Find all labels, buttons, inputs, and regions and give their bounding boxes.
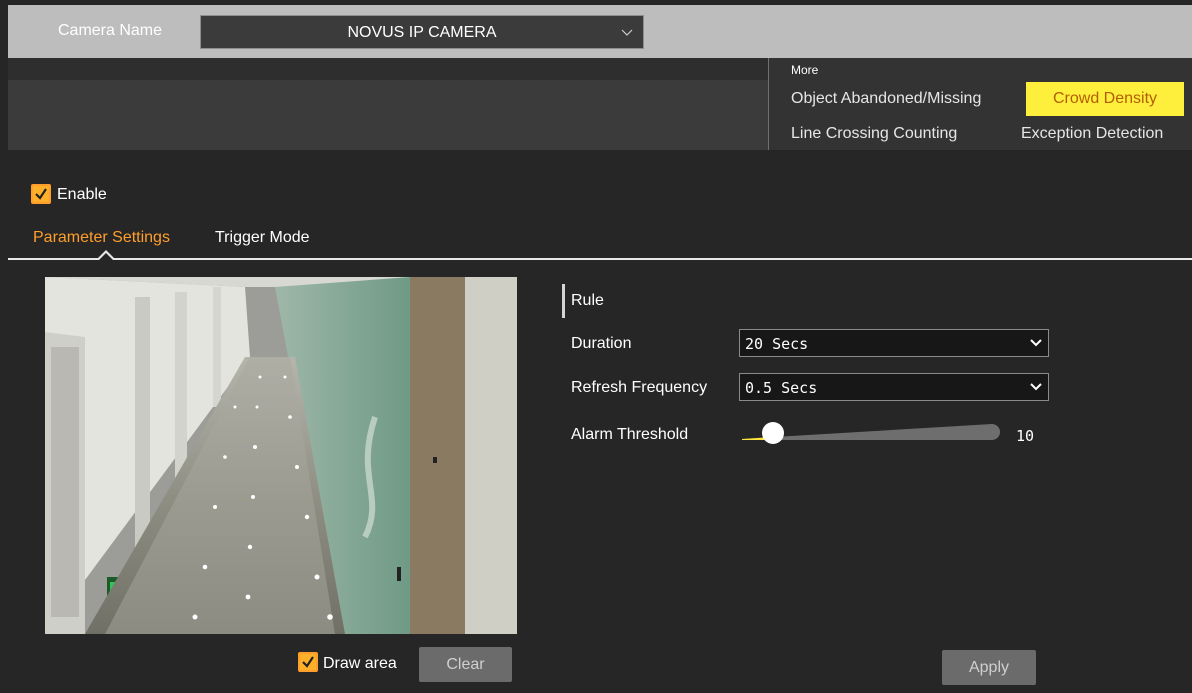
alarm-threshold-value: 10 [1016,427,1035,445]
draw-area-checkbox[interactable] [298,652,318,672]
duration-value: 20 Secs [745,335,809,353]
toolbar-strip [8,58,768,80]
rule-section-marker [562,284,565,318]
tab-trigger-mode[interactable]: Trigger Mode [215,229,310,247]
active-tab-indicator-inner [99,253,113,260]
checkmark-icon [302,656,314,668]
draw-area-label: Draw area [323,655,397,672]
slider-thumb[interactable] [762,422,784,444]
checkmark-icon [35,188,47,200]
enable-checkbox[interactable] [31,184,51,204]
rule-title: Rule [571,292,604,309]
refresh-frequency-label: Refresh Frequency [571,379,708,396]
menu-item-line-crossing-counting[interactable]: Line Crossing Counting [791,125,957,143]
duration-label: Duration [571,335,632,352]
menu-item-exception-detection[interactable]: Exception Detection [1021,125,1163,143]
clear-button[interactable]: Clear [419,647,512,682]
refresh-frequency-value: 0.5 Secs [745,379,818,397]
chevron-down-icon [1030,383,1042,391]
tab-underline [8,258,1192,260]
preview-image [45,277,517,634]
tab-parameter-settings[interactable]: Parameter Settings [33,229,170,247]
menu-item-object-abandoned[interactable]: Object Abandoned/Missing [791,90,981,108]
menu-item-crowd-density[interactable]: Crowd Density [1026,82,1184,116]
chevron-down-icon [621,29,633,36]
camera-preview[interactable] [45,277,517,634]
duration-select[interactable]: 20 Secs [739,329,1049,357]
chevron-down-icon [1030,339,1042,347]
more-menu-label: More [791,63,819,77]
alarm-threshold-label: Alarm Threshold [571,426,689,443]
enable-label: Enable [57,186,107,203]
apply-button[interactable]: Apply [942,650,1036,685]
camera-name-value: NOVUS IP CAMERA [347,24,497,41]
camera-name-select[interactable]: NOVUS IP CAMERA [200,15,644,49]
refresh-frequency-select[interactable]: 0.5 Secs [739,373,1049,401]
camera-name-label: Camera Name [58,22,163,39]
